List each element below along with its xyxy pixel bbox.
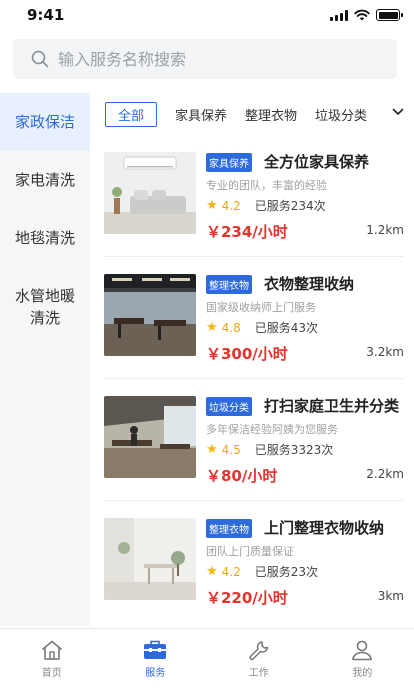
service-description: 团队上门质量保证 xyxy=(206,545,294,558)
rating-value: 4.2 xyxy=(221,564,241,579)
star-icon: ★ xyxy=(206,198,218,213)
sidebar-item-label: 水管地暖清洗 xyxy=(14,287,75,327)
toolbox-icon xyxy=(144,640,167,659)
service-tag: 整理衣物 xyxy=(206,519,252,538)
service-title: 衣物整理收纳 xyxy=(264,275,355,293)
service-distance: 2.2km xyxy=(366,467,404,481)
service-image xyxy=(104,274,196,356)
service-title: 上门整理衣物收纳 xyxy=(264,519,385,537)
service-distance: 3.2km xyxy=(366,345,404,359)
wifi-icon xyxy=(354,9,370,21)
status-icons xyxy=(330,9,403,21)
service-price: ￥300/小时 xyxy=(206,345,288,363)
service-price: ￥220/小时 xyxy=(206,589,288,607)
sidebar-item-pipe-heating-cleaning[interactable]: 水管地暖清洗 xyxy=(0,267,90,347)
sidebar-item-appliance-cleaning[interactable]: 家电清洗 xyxy=(0,151,90,209)
home-icon xyxy=(41,640,62,660)
sidebar-item-label: 家电清洗 xyxy=(14,171,75,189)
battery-icon xyxy=(376,9,403,21)
search-icon xyxy=(31,50,49,68)
nav-label: 工作 xyxy=(248,668,269,679)
sidebar-item-housekeeping[interactable]: 家政保洁 xyxy=(0,93,90,151)
service-list: 家具保养 全方位家具保养 专业的团队，丰富的经验 ★ 4.2 已服务234次 ￥… xyxy=(90,135,414,623)
star-icon: ★ xyxy=(206,564,218,579)
service-tag: 整理衣物 xyxy=(206,275,252,294)
star-icon: ★ xyxy=(206,442,218,457)
service-description: 专业的团队，丰富的经验 xyxy=(206,179,327,192)
service-rating: ★ 4.2 已服务234次 xyxy=(206,197,326,214)
service-description: 多年保洁经验阿姨为您服务 xyxy=(206,423,338,436)
status-time: 9:41 xyxy=(27,6,65,24)
served-count: 已服务23次 xyxy=(254,565,319,579)
subcategory-tabs: 全部 家具保养 整理衣物 垃圾分类 xyxy=(90,93,414,135)
wrench-icon xyxy=(249,641,268,661)
search-input[interactable] xyxy=(58,49,358,69)
sidebar-item-label: 地毯清洗 xyxy=(14,229,75,247)
rating-value: 4.8 xyxy=(221,320,241,335)
nav-item-home[interactable]: 首页 xyxy=(0,629,104,699)
tab-all[interactable]: 全部 xyxy=(105,101,158,127)
category-sidebar: 家政保洁 家电清洗 地毯清洗 水管地暖清洗 xyxy=(0,93,90,626)
service-tag: 家具保养 xyxy=(206,153,252,172)
star-icon: ★ xyxy=(206,320,218,335)
service-card[interactable]: 家具保养 全方位家具保养 专业的团队，丰富的经验 ★ 4.2 已服务234次 ￥… xyxy=(104,135,404,257)
tab-garbage-sorting[interactable]: 垃圾分类 xyxy=(315,105,367,124)
nav-label: 我的 xyxy=(352,668,373,679)
search-bar[interactable] xyxy=(13,39,397,79)
served-count: 已服务43次 xyxy=(254,321,319,335)
nav-item-work[interactable]: 工作 xyxy=(207,629,311,699)
bottom-nav: 首页 服务 工作 我的 xyxy=(0,628,414,699)
signal-icon xyxy=(330,9,348,21)
service-card[interactable]: 垃圾分类 打扫家庭卫生并分类 多年保洁经验阿姨为您服务 ★ 4.5 已服务332… xyxy=(104,379,404,501)
nav-item-service[interactable]: 服务 xyxy=(104,629,208,699)
service-price: ￥80/小时 xyxy=(206,467,278,485)
nav-item-mine[interactable]: 我的 xyxy=(311,629,414,699)
service-price: ￥234/小时 xyxy=(206,223,288,241)
rating-value: 4.5 xyxy=(221,442,241,457)
service-image xyxy=(104,396,196,478)
service-title: 全方位家具保养 xyxy=(264,153,370,171)
service-tag: 垃圾分类 xyxy=(206,397,252,416)
sidebar-item-carpet-cleaning[interactable]: 地毯清洗 xyxy=(0,209,90,267)
service-title: 打扫家庭卫生并分类 xyxy=(264,397,400,415)
service-card[interactable]: 整理衣物 上门整理衣物收纳 团队上门质量保证 ★ 4.2 已服务23次 ￥220… xyxy=(104,501,404,623)
served-count: 已服务3323次 xyxy=(254,443,334,457)
rating-value: 4.2 xyxy=(221,198,241,213)
service-distance: 3km xyxy=(377,589,404,603)
sidebar-item-label: 家政保洁 xyxy=(14,113,75,131)
service-image xyxy=(104,152,196,234)
service-rating: ★ 4.8 已服务43次 xyxy=(206,319,318,336)
user-icon xyxy=(352,640,373,661)
service-card[interactable]: 整理衣物 衣物整理收纳 国家级收纳师上门服务 ★ 4.8 已服务43次 ￥300… xyxy=(104,257,404,379)
tab-clothes-organizing[interactable]: 整理衣物 xyxy=(245,105,297,124)
chevron-down-icon[interactable] xyxy=(392,107,404,117)
service-rating: ★ 4.2 已服务23次 xyxy=(206,563,318,580)
service-image xyxy=(104,518,196,600)
status-bar: 9:41 xyxy=(0,0,414,32)
nav-label: 服务 xyxy=(145,668,166,679)
service-distance: 1.2km xyxy=(366,223,404,237)
nav-label: 首页 xyxy=(41,668,62,679)
service-description: 国家级收纳师上门服务 xyxy=(206,301,316,314)
tab-furniture-care[interactable]: 家具保养 xyxy=(175,105,227,124)
service-rating: ★ 4.5 已服务3323次 xyxy=(206,441,333,458)
served-count: 已服务234次 xyxy=(254,199,326,213)
